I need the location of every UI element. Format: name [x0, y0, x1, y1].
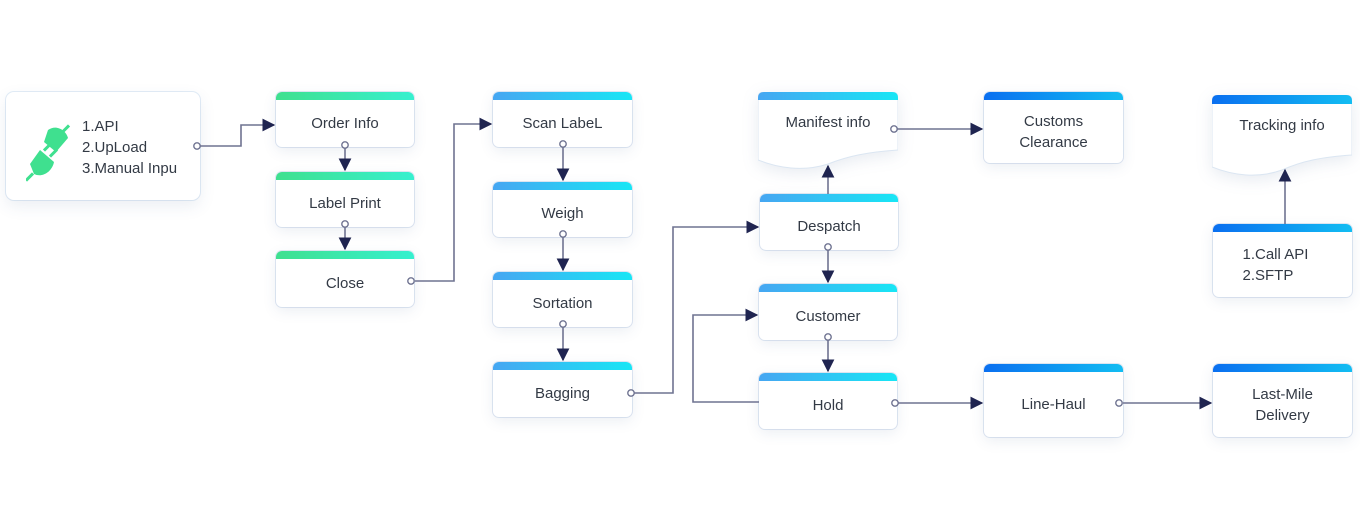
node-label: Close: [325, 274, 365, 292]
node-label-line: 1.Call API: [1242, 245, 1309, 263]
node-call-api-sftp[interactable]: 1.Call API 2.SFTP: [1213, 224, 1352, 297]
node-despatch[interactable]: Despatch: [760, 194, 898, 250]
node-sortation[interactable]: Sortation: [493, 272, 632, 327]
node-header-bar: [276, 172, 414, 180]
node-label: Hold: [812, 396, 844, 414]
input-methods-list: 1.API 2.UpLoad 3.Manual Inpu: [82, 116, 177, 179]
node-header-bar: [493, 362, 632, 370]
input-source-node[interactable]: 1.API 2.UpLoad 3.Manual Inpu: [6, 92, 200, 200]
node-hold[interactable]: Hold: [759, 373, 897, 429]
node-label-line: Clearance: [1019, 133, 1088, 151]
node-label: Weigh: [541, 205, 584, 222]
node-label: 1.Call API 2.SFTP: [1213, 232, 1352, 297]
node-label: Label Print: [309, 195, 381, 212]
node-header-bar: [760, 194, 898, 202]
node-header-bar: [276, 92, 414, 100]
node-close[interactable]: Close: [276, 251, 414, 307]
node-bagging[interactable]: Bagging: [493, 362, 632, 417]
input-method-item: 2.UpLoad: [82, 139, 148, 156]
node-label-line: Customs: [1023, 112, 1084, 130]
node-header-bar: [493, 272, 632, 280]
input-method-item: 3.Manual Inpu: [82, 160, 178, 177]
node-label: Manifest info: [785, 113, 871, 131]
node-label: Scan LabeL: [522, 115, 603, 132]
node-header-bar: [1213, 224, 1352, 232]
node-header-bar: [984, 364, 1123, 372]
node-manifest-info[interactable]: Manifest info: [758, 92, 898, 170]
node-header-bar: [493, 92, 632, 100]
node-label: Line-Haul: [1021, 396, 1086, 413]
node-label: Tracking info: [1239, 117, 1325, 134]
node-label: Customer: [795, 307, 861, 325]
edge-hold-customer: [692, 308, 759, 403]
node-label: Last-Mile Delivery: [1213, 372, 1352, 437]
node-last-mile-delivery[interactable]: Last-Mile Delivery: [1213, 364, 1352, 437]
node-label-print[interactable]: Label Print: [276, 172, 414, 227]
node-header-bar: [1213, 364, 1352, 372]
input-method-item: 1.API: [82, 118, 119, 135]
node-header-bar: [493, 182, 632, 190]
plug-icon: [26, 124, 71, 182]
node-label: Order Info: [311, 115, 379, 132]
node-label: Bagging: [534, 385, 591, 402]
edge-close-scan-label: [415, 117, 493, 282]
node-customer[interactable]: Customer: [759, 284, 897, 340]
node-customs-clearance[interactable]: Customs Clearance: [984, 92, 1123, 163]
node-weigh[interactable]: Weigh: [493, 182, 632, 237]
node-label: Sortation: [532, 295, 593, 312]
node-line-haul[interactable]: Line-Haul: [984, 364, 1123, 437]
node-header-bar: [984, 92, 1123, 100]
node-header-bar: [276, 251, 414, 259]
node-tracking-info[interactable]: Tracking info: [1212, 95, 1352, 177]
edge-bagging-despatch: [634, 220, 760, 394]
node-label: Despatch: [797, 217, 861, 235]
node-label-line: 2.SFTP: [1242, 266, 1294, 284]
node-label: Customs Clearance: [984, 100, 1123, 163]
connectors-layer: [193, 117, 1292, 410]
node-order-info[interactable]: Order Info: [276, 92, 414, 147]
node-header-bar: [759, 284, 897, 292]
node-header-bar: [759, 373, 897, 381]
node-label-line: Last-Mile: [1252, 385, 1313, 403]
node-scan-label[interactable]: Scan LabeL: [493, 92, 632, 147]
edge-source-order-info: [200, 118, 276, 147]
node-label-line: Delivery: [1255, 406, 1310, 424]
